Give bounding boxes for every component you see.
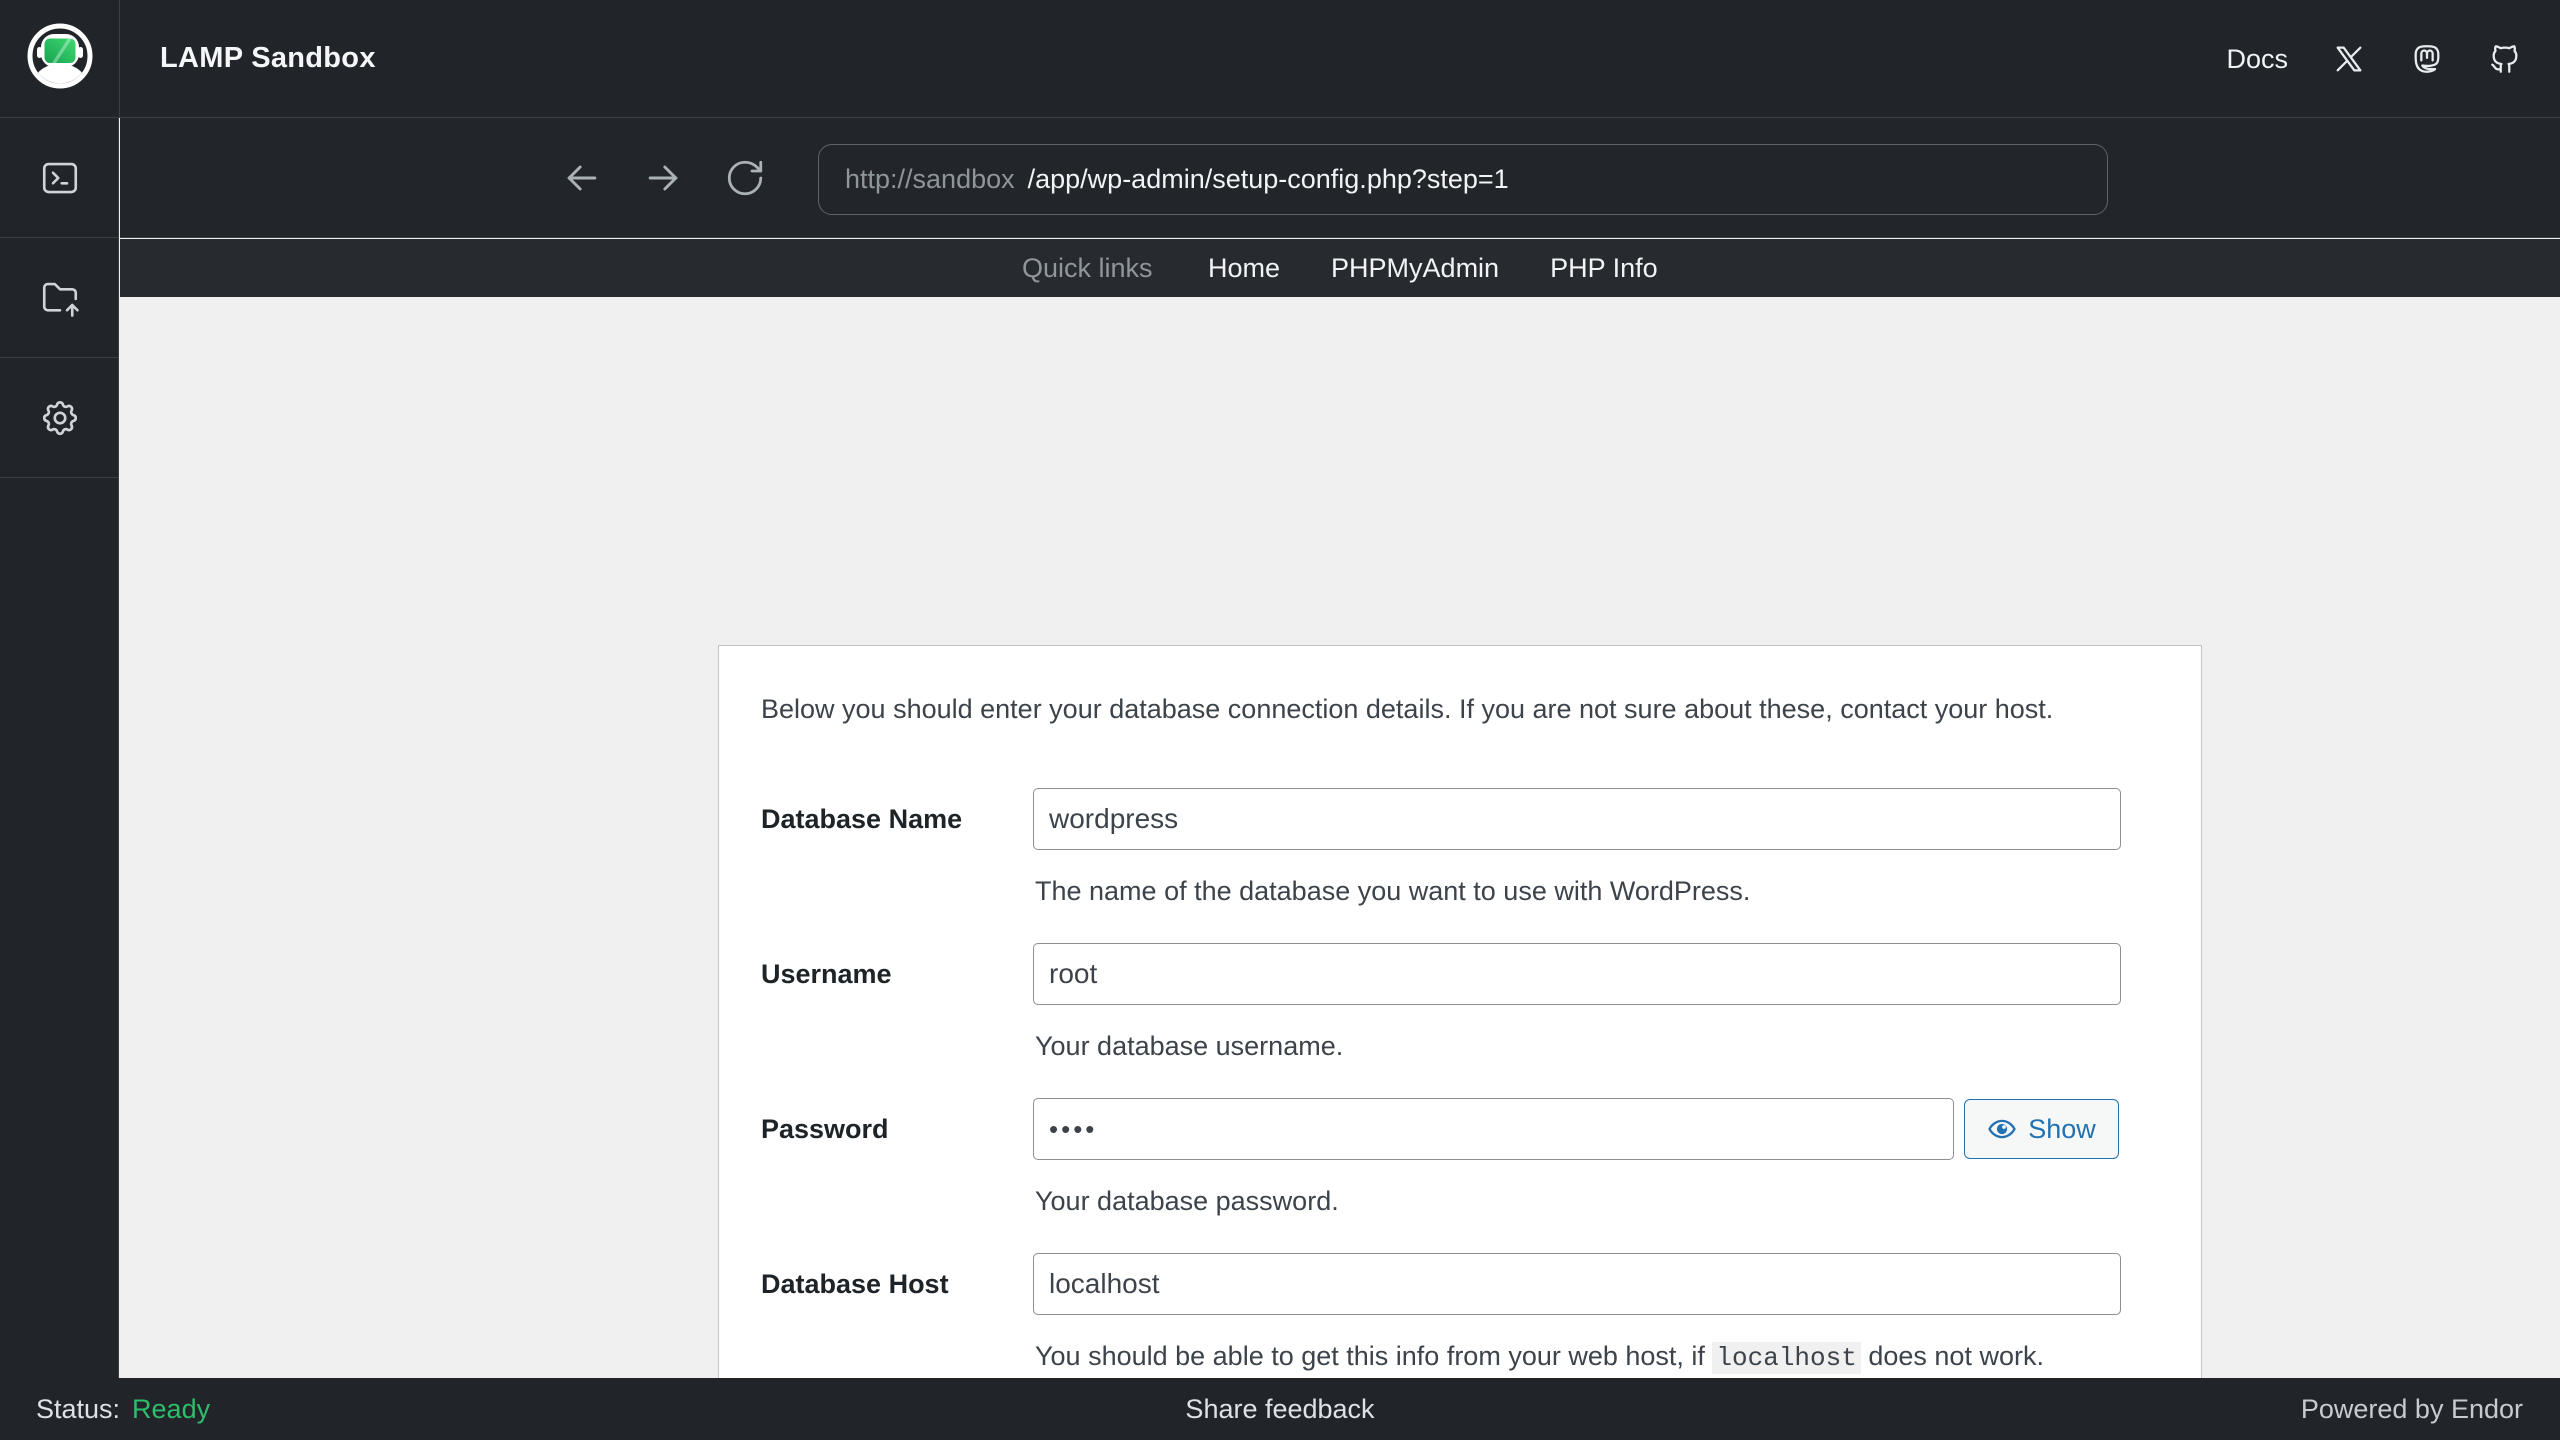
gear-icon	[42, 400, 77, 435]
arrow-left-icon	[567, 165, 597, 191]
setup-form-card: Below you should enter your database con…	[718, 645, 2202, 1440]
quick-links: Home PHPMyAdmin PHP Info	[1208, 253, 1658, 284]
status-value: Ready	[132, 1393, 211, 1424]
powered-by: Powered by Endor	[2300, 1393, 2523, 1424]
quick-links-label: Quick links	[1022, 252, 1153, 283]
status-label: Status:	[36, 1393, 121, 1424]
share-feedback-link[interactable]: Share feedback	[1185, 1394, 1374, 1425]
quick-links-bar: Quick links Home PHPMyAdmin PHP Info	[120, 239, 2560, 297]
quick-link-phpmyadmin[interactable]: PHPMyAdmin	[1331, 253, 1499, 284]
password-input[interactable]	[1033, 1098, 1954, 1160]
mastodon-link[interactable]	[2410, 42, 2444, 76]
x-social-link[interactable]	[2332, 42, 2366, 76]
address-bar[interactable]: http://sandbox /app/wp-admin/setup-confi…	[818, 144, 2108, 215]
url-prefix: http://sandbox	[845, 164, 1015, 194]
field-label-database-name: Database Name	[761, 803, 963, 834]
terminal-icon	[42, 162, 77, 193]
username-input[interactable]	[1033, 943, 2121, 1005]
refresh-button[interactable]	[723, 156, 767, 200]
sidebar-item-file-upload[interactable]	[0, 238, 119, 358]
top-header: LAMP Sandbox Docs	[0, 0, 2560, 118]
github-link[interactable]	[2488, 42, 2522, 76]
docs-link[interactable]: Docs	[2226, 44, 2288, 75]
help-text: does not work.	[1860, 1341, 2044, 1371]
app-logo[interactable]	[26, 22, 94, 90]
localhost-code: localhost	[1712, 1342, 1861, 1374]
url-path: /app/wp-admin/setup-config.php?step=1	[1027, 164, 1509, 194]
status-indicator: Status: Ready	[36, 1394, 210, 1425]
database-host-input[interactable]	[1033, 1253, 2121, 1315]
folder-upload-icon	[42, 282, 79, 317]
status-bar: Status: Ready Share feedback Powered by …	[0, 1378, 2560, 1440]
sidebar-item-terminal[interactable]	[0, 118, 119, 238]
field-label-password: Password	[761, 1113, 889, 1144]
show-password-button[interactable]: Show	[1964, 1099, 2119, 1159]
field-label-database-host: Database Host	[761, 1268, 949, 1299]
sidebar-item-settings[interactable]	[0, 358, 119, 478]
astronaut-helmet-icon	[27, 23, 93, 89]
mastodon-icon	[2414, 45, 2440, 73]
database-name-help: The name of the database you want to use…	[1035, 876, 1751, 906]
header-actions: Docs	[2226, 0, 2522, 118]
arrow-right-icon	[648, 165, 678, 191]
show-password-label: Show	[2028, 1113, 2096, 1144]
sidebar	[0, 118, 119, 1378]
app-title: LAMP Sandbox	[160, 42, 376, 74]
password-help: Your database password.	[1035, 1186, 1339, 1216]
forward-button[interactable]	[641, 156, 685, 200]
github-icon	[2491, 45, 2518, 73]
browser-toolbar: http://sandbox /app/wp-admin/setup-confi…	[120, 118, 2560, 238]
x-icon	[2336, 46, 2362, 72]
database-host-help: You should be able to get this info from…	[1035, 1341, 2044, 1374]
intro-text: Below you should enter your database con…	[761, 694, 2054, 724]
quick-link-home[interactable]: Home	[1208, 253, 1280, 284]
eye-icon	[1988, 1119, 2016, 1139]
refresh-icon	[727, 160, 763, 196]
quick-link-phpinfo[interactable]: PHP Info	[1550, 253, 1658, 284]
database-name-input[interactable]	[1033, 788, 2121, 850]
help-text: You should be able to get this info from…	[1035, 1341, 1713, 1371]
header-divider	[119, 0, 120, 118]
back-button[interactable]	[560, 156, 604, 200]
username-help: Your database username.	[1035, 1031, 1344, 1061]
content-area: Below you should enter your database con…	[120, 297, 2560, 1440]
field-label-username: Username	[761, 958, 892, 989]
app: LAMP Sandbox Docs http://sandbox /app/wp…	[0, 0, 2560, 1440]
